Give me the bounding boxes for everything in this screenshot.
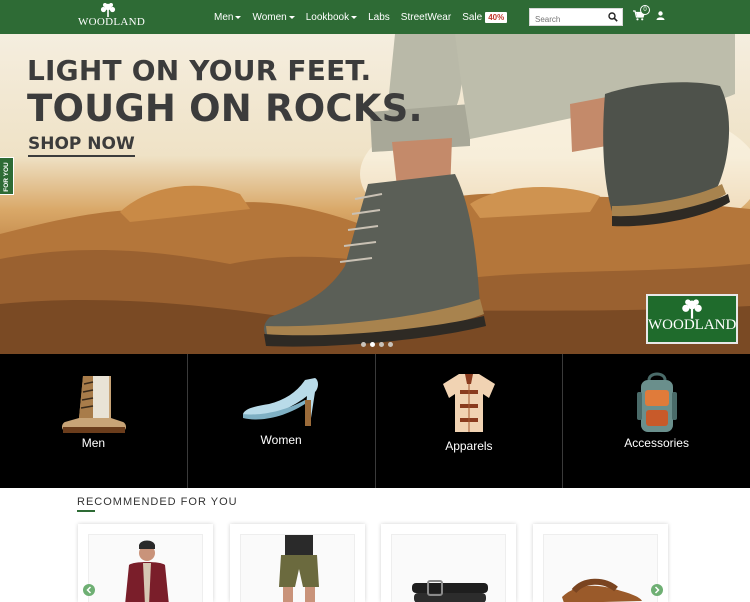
carousel-next-button[interactable] [651, 584, 663, 596]
nav-item-label: Lookbook [305, 11, 350, 23]
category-women[interactable]: Women [188, 354, 376, 488]
category-label: Men [81, 436, 106, 450]
search-box [529, 8, 623, 28]
category-men[interactable]: Men [0, 354, 188, 488]
hero-brand-name: WOODLAND [648, 317, 737, 333]
category-label: Accessories [624, 436, 689, 450]
nav-item-men[interactable]: Men [214, 11, 242, 23]
chevron-down-icon [351, 15, 358, 19]
nav-item-label: Labs [368, 11, 390, 23]
category-accessories[interactable]: Accessories [563, 354, 750, 488]
search-icon[interactable] [608, 12, 618, 22]
recommended-carousel [78, 522, 670, 602]
product-image-frame [391, 534, 506, 602]
product-image-frame [88, 534, 203, 602]
chevron-down-icon [235, 15, 242, 19]
for-you-side-tab[interactable]: FOR YOU [0, 157, 14, 195]
product-card[interactable] [230, 524, 365, 602]
nav-item-lookbook[interactable]: Lookbook [305, 11, 358, 23]
sale-badge: 40% [485, 11, 508, 23]
chevron-down-icon [288, 15, 295, 19]
brand-name: WOODLAND [78, 16, 146, 28]
chevron-left-icon [86, 586, 92, 594]
carousel-indicators [361, 342, 397, 347]
chevron-right-icon [654, 586, 660, 594]
category-strip: Men Women Apparels Accessories [0, 354, 750, 488]
hero-headline-line-2: TOUGH ON ROCKS. [27, 87, 423, 130]
nav-item-label: StreetWear [400, 11, 452, 23]
carousel-dot[interactable] [361, 342, 366, 347]
product-card[interactable] [381, 524, 516, 602]
belt-icon [412, 580, 488, 602]
cart-count-badge: 0 [640, 5, 650, 15]
shorts-model-icon [279, 535, 319, 602]
user-icon[interactable] [656, 11, 665, 20]
nav-item-sale[interactable]: Sale 40% [462, 11, 508, 23]
for-you-label: FOR YOU [3, 162, 10, 192]
main-menu: Men Women Lookbook Labs StreetWear Sale … [214, 0, 518, 34]
nav-item-label: Men [214, 11, 234, 23]
jacket-model-icon [125, 540, 169, 602]
search-input[interactable] [530, 11, 606, 28]
hero-banner[interactable]: LIGHT ON YOUR FEET. TOUGH ON ROCKS. SHOP… [0, 34, 750, 354]
section-title-underline [77, 510, 95, 512]
product-image-frame [240, 534, 355, 602]
carousel-prev-button[interactable] [83, 584, 95, 596]
hero-headline-line-1: LIGHT ON YOUR FEET. [27, 54, 372, 87]
shirt-icon [442, 374, 495, 432]
carousel-dot[interactable] [379, 342, 384, 347]
product-card[interactable] [78, 524, 213, 602]
recommended-title: RECOMMENDED FOR YOU [77, 496, 238, 508]
nav-item-label: Women [252, 11, 287, 23]
category-label: Apparels [445, 439, 493, 453]
brand-logo[interactable]: WOODLAND [78, 2, 146, 32]
top-navbar: WOODLAND Men Women Lookbook Labs StreetW… [0, 0, 750, 34]
boot-icon [62, 376, 127, 433]
nav-item-label: Sale [462, 11, 483, 23]
carousel-dot[interactable] [388, 342, 393, 347]
heel-icon [243, 378, 319, 426]
shop-now-button[interactable]: SHOP NOW [28, 134, 135, 157]
product-card[interactable] [533, 524, 668, 602]
carousel-dot-active[interactable] [370, 342, 375, 347]
nav-item-women[interactable]: Women [252, 11, 295, 23]
backpack-icon [636, 372, 677, 432]
category-apparels[interactable]: Apparels [376, 354, 564, 488]
nav-item-labs[interactable]: Labs [368, 12, 390, 23]
sandal-icon [562, 578, 642, 602]
product-image-frame [543, 534, 658, 602]
nav-item-streetwear[interactable]: StreetWear [401, 12, 451, 23]
hero-brand-badge: WOODLAND [646, 294, 738, 344]
hero-headline: LIGHT ON YOUR FEET. TOUGH ON ROCKS. [27, 54, 423, 130]
category-label: Women [260, 433, 302, 447]
